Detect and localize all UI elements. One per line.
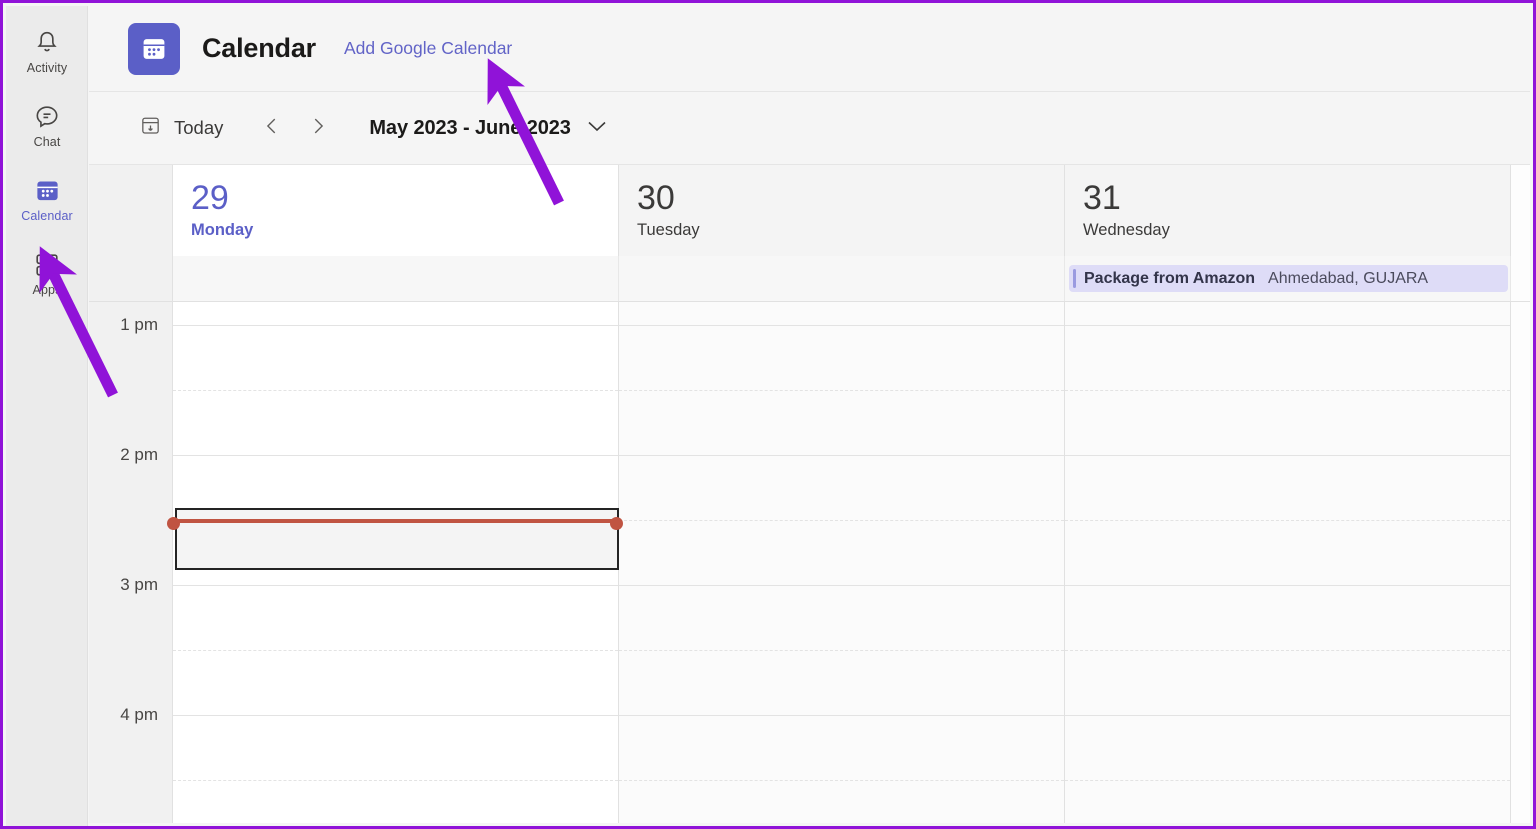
day-column-monday[interactable] — [173, 302, 619, 823]
event-location: Ahmedabad, GUJARA — [1268, 269, 1429, 287]
time-label-2pm: 2 pm — [120, 445, 158, 464]
sidebar-item-label: Calendar — [21, 208, 73, 223]
apps-grid-icon — [32, 250, 62, 280]
app-window: Activity Chat Calendar Apps Calendar Add… — [0, 0, 1536, 829]
sidebar-item-activity[interactable]: Activity — [6, 14, 88, 88]
main-content: Calendar Add Google Calendar Today May 2… — [89, 6, 1530, 823]
sidebar-item-label: Activity — [26, 60, 68, 75]
app-header: Calendar Add Google Calendar — [89, 6, 1530, 92]
event-title: Package from Amazon — [1084, 269, 1256, 287]
allday-cell-monday[interactable] — [173, 256, 619, 301]
today-button[interactable]: Today — [133, 109, 229, 147]
calendar-icon — [32, 176, 62, 206]
calendar-time-grid: 1 pm 2 pm 3 pm 4 pm 5 pm — [89, 302, 1530, 823]
left-nav-rail: Activity Chat Calendar Apps — [6, 6, 88, 826]
time-label-1pm: 1 pm — [120, 315, 158, 334]
chevron-down-icon — [585, 118, 609, 139]
day-header-wednesday[interactable]: 31 Wednesday — [1065, 165, 1511, 256]
today-calendar-icon — [139, 114, 162, 142]
day-column-wednesday[interactable] — [1065, 302, 1511, 823]
allday-event-package-from-amazon[interactable]: Package from Amazon Ahmedabad, GUJARA — [1069, 265, 1508, 292]
time-label-3pm: 3 pm — [120, 575, 158, 594]
chat-icon — [32, 102, 62, 132]
allday-cell-tuesday[interactable] — [619, 256, 1065, 301]
chevron-right-icon — [307, 113, 329, 144]
page-title: Calendar — [202, 33, 316, 63]
sidebar-item-apps[interactable]: Apps — [6, 236, 88, 310]
view-picker-button[interactable] — [585, 118, 609, 139]
allday-cell-wednesday[interactable]: Package from Amazon Ahmedabad, GUJARA — [1065, 256, 1511, 301]
day-columns — [167, 302, 1530, 823]
calendar-grid: 29 Monday 30 Tuesday 31 Wednesday Packag… — [89, 165, 1530, 823]
day-name: Tuesday — [637, 221, 700, 239]
allday-row: Package from Amazon Ahmedabad, GUJARA — [173, 256, 1530, 302]
day-number: 29 — [191, 179, 229, 217]
current-time-indicator — [167, 517, 623, 530]
day-header-row: 29 Monday 30 Tuesday 31 Wednesday — [173, 165, 1530, 256]
next-week-button[interactable] — [295, 108, 341, 148]
previous-week-button[interactable] — [249, 108, 295, 148]
time-gutter-header — [89, 165, 173, 256]
add-google-calendar-link[interactable]: Add Google Calendar — [344, 38, 512, 59]
sidebar-item-calendar[interactable]: Calendar — [6, 162, 88, 236]
allday-gutter — [89, 256, 173, 302]
day-header-tuesday[interactable]: 30 Tuesday — [619, 165, 1065, 256]
day-header-monday[interactable]: 29 Monday — [173, 165, 619, 256]
chevron-left-icon — [261, 113, 283, 144]
date-range-label: May 2023 - June 2023 — [369, 116, 571, 139]
day-number: 31 — [1083, 179, 1121, 217]
time-gutter: 1 pm 2 pm 3 pm 4 pm 5 pm — [89, 302, 173, 823]
sidebar-item-label: Apps — [32, 282, 62, 297]
calendar-app-icon — [128, 22, 180, 75]
today-label: Today — [174, 117, 224, 138]
new-event-selection-block[interactable] — [175, 508, 619, 570]
time-label-4pm: 4 pm — [120, 705, 158, 724]
calendar-toolbar: Today May 2023 - June 2023 — [89, 92, 1530, 165]
bell-icon — [32, 28, 62, 58]
day-name: Wednesday — [1083, 221, 1170, 239]
day-column-tuesday[interactable] — [619, 302, 1065, 823]
day-number: 30 — [637, 179, 675, 217]
sidebar-item-label: Chat — [33, 134, 61, 149]
sidebar-item-chat[interactable]: Chat — [6, 88, 88, 162]
day-name: Monday — [191, 221, 254, 239]
